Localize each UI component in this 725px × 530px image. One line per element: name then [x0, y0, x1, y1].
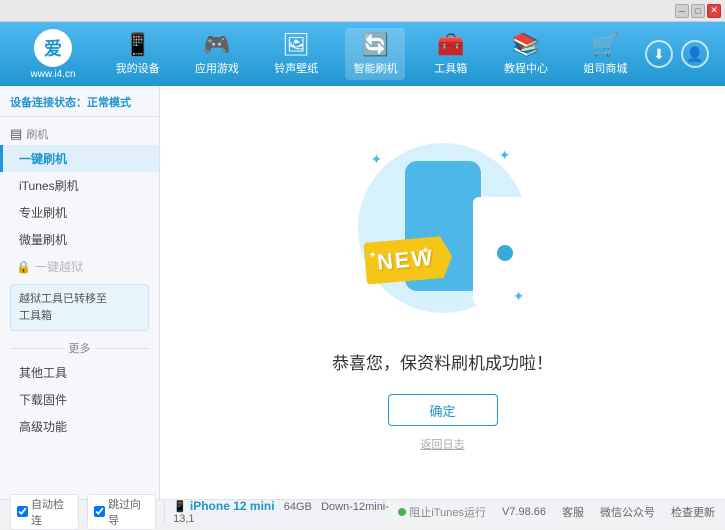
new-ribbon: ✦ NEW ✦	[363, 235, 454, 284]
sidebar-item-jailbreak-disabled: 🔒 一键越狱	[0, 253, 159, 280]
version-label: V7.98.66	[502, 506, 546, 518]
confirm-button[interactable]: 确定	[388, 394, 498, 426]
logo-text: www.i4.cn	[30, 69, 75, 80]
sparkle-1: ✦	[371, 151, 383, 168]
sidebar-item-itunes-flash[interactable]: iTunes刷机	[0, 172, 159, 199]
apps-label: 应用游戏	[195, 60, 239, 76]
itunes-status: 阻止iTunes运行	[398, 504, 486, 520]
sidebar-item-micro-flash[interactable]: 微量刷机	[0, 226, 159, 253]
nav-toolbox[interactable]: 🧰 工具箱	[425, 28, 477, 80]
apps-icon: 🎮	[203, 32, 230, 58]
sparkle-3: ✦	[513, 288, 525, 305]
minimize-button[interactable]: ─	[675, 4, 689, 18]
auto-connect-checkbox[interactable]: 自动检连	[10, 494, 79, 530]
my-device-icon: 📱	[124, 32, 151, 58]
device-info: 📱 iPhone 12 mini 64GB Down-12mini-13,1	[164, 499, 398, 525]
store-icon: 🛒	[592, 32, 619, 58]
itunes-dot	[398, 508, 406, 516]
sidebar-item-pro-flash[interactable]: 专业刷机	[0, 199, 159, 226]
bottom-right: 阻止iTunes运行 V7.98.66 客服 微信公众号 检查更新	[398, 504, 715, 520]
maximize-button[interactable]: □	[691, 4, 705, 18]
jailbreak-label: 一键越狱	[35, 258, 83, 275]
device-storage: 64GB	[284, 501, 312, 513]
back-log-link[interactable]: 返回日志	[421, 436, 465, 452]
lock-icon: 🔒	[16, 260, 31, 274]
section-flash-label: 刷机	[26, 126, 48, 142]
other-tools-label: 其他工具	[19, 366, 67, 380]
header-right: ⬇ 👤	[645, 40, 717, 68]
wallpaper-icon: 🖼	[282, 32, 310, 58]
sidebar-item-one-click-flash[interactable]: 一键刷机	[0, 145, 159, 172]
nav-apps[interactable]: 🎮 应用游戏	[187, 28, 247, 80]
download-firmware-label: 下载固件	[19, 393, 67, 407]
user-button[interactable]: 👤	[681, 40, 709, 68]
logo[interactable]: 爱 www.i4.cn	[8, 29, 98, 80]
sidebar-item-other-tools[interactable]: 其他工具	[0, 359, 159, 386]
connection-status: 设备连接状态：正常模式	[0, 90, 159, 117]
nav-wallpaper[interactable]: 🖼 铃声壁纸	[266, 28, 326, 80]
wallpaper-label: 铃声壁纸	[274, 60, 318, 76]
sparkle-2: ✦	[499, 147, 511, 164]
content-area: ✦ ✦ ✦ ✦ NEW ✦ 恭喜您，保资料刷机成功啦！ 确定 返回日志	[160, 86, 725, 499]
toolbox-icon: 🧰	[437, 32, 464, 58]
sidebar-item-download-firmware[interactable]: 下载固件	[0, 386, 159, 413]
one-click-flash-label: 一键刷机	[19, 152, 67, 166]
nav-tutorial[interactable]: 📚 教程中心	[496, 28, 556, 80]
download-button[interactable]: ⬇	[645, 40, 673, 68]
more-divider: 更多	[0, 335, 159, 359]
check-update-link[interactable]: 检查更新	[671, 504, 715, 520]
status-value: 正常模式	[87, 97, 131, 109]
skip-wizard-checkbox[interactable]: 跳过向导	[87, 494, 156, 530]
bottom-left: 自动检连 跳过向导 📱 iPhone 12 mini 64GB Down-12m…	[10, 494, 398, 530]
nav-my-device[interactable]: 📱 我的设备	[108, 28, 168, 80]
nav-items: 📱 我的设备 🎮 应用游戏 🖼 铃声壁纸 🔄 智能刷机 🧰 工具箱 📚 教程中心…	[98, 28, 645, 80]
section-flash: ▤ 刷机	[0, 121, 159, 145]
close-button[interactable]: ✕	[707, 4, 721, 18]
toolbox-label: 工具箱	[434, 60, 467, 76]
illustration: ✦ ✦ ✦ ✦ NEW ✦	[343, 133, 543, 333]
sidebar-item-advanced[interactable]: 高级功能	[0, 413, 159, 440]
my-device-label: 我的设备	[116, 60, 160, 76]
tutorial-icon: 📚	[512, 32, 539, 58]
flash-section-icon: ▤	[10, 126, 22, 142]
jailbreak-notice: 越狱工具已转移至工具箱	[10, 284, 149, 331]
tutorial-label: 教程中心	[504, 60, 548, 76]
nav-smart-flash[interactable]: 🔄 智能刷机	[345, 28, 405, 80]
success-message: 恭喜您，保资料刷机成功啦！	[332, 349, 553, 374]
phone-home-button	[497, 245, 513, 261]
auto-connect-input[interactable]	[17, 506, 28, 517]
pro-flash-label: 专业刷机	[19, 206, 67, 220]
skip-wizard-input[interactable]	[94, 506, 105, 517]
star-left-icon: ✦	[368, 250, 377, 262]
logo-icon: 爱	[34, 29, 72, 67]
sidebar: 设备连接状态：正常模式 ▤ 刷机 一键刷机 iTunes刷机 专业刷机 微量刷机…	[0, 86, 160, 499]
advanced-label: 高级功能	[19, 420, 67, 434]
bottom-bar: 自动检连 跳过向导 📱 iPhone 12 mini 64GB Down-12m…	[0, 499, 725, 523]
title-bar: ─ □ ✕	[0, 0, 725, 22]
more-label: 更多	[69, 340, 91, 356]
header: 爱 www.i4.cn 📱 我的设备 🎮 应用游戏 🖼 铃声壁纸 🔄 智能刷机 …	[0, 22, 725, 86]
smart-flash-icon: 🔄	[362, 32, 389, 58]
notice-text: 越狱工具已转移至工具箱	[19, 293, 107, 322]
smart-flash-label: 智能刷机	[353, 60, 397, 76]
star-right-icon: ✦	[420, 245, 429, 257]
device-name: iPhone 12 mini	[190, 499, 275, 513]
nav-store[interactable]: 🛒 姐司商城	[575, 28, 635, 80]
customer-service-link[interactable]: 客服	[562, 504, 584, 520]
micro-flash-label: 微量刷机	[19, 233, 67, 247]
main-area: 设备连接状态：正常模式 ▤ 刷机 一键刷机 iTunes刷机 专业刷机 微量刷机…	[0, 86, 725, 499]
store-label: 姐司商城	[583, 60, 627, 76]
itunes-flash-label: iTunes刷机	[19, 179, 79, 193]
device-icon: 📱	[173, 501, 187, 513]
wechat-link[interactable]: 微信公众号	[600, 504, 655, 520]
itunes-label: 阻止iTunes运行	[409, 504, 486, 520]
